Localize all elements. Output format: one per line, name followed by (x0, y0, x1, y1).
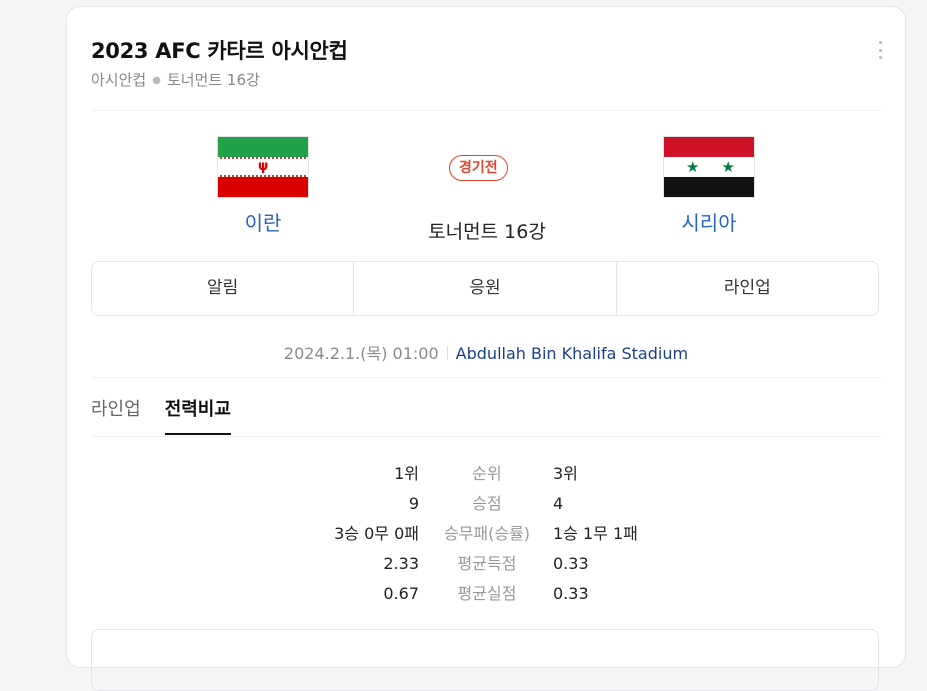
match-datetime: 2024.2.1.(목) 01:00 (283, 344, 439, 363)
comparison-row: 2.33 평균득점 0.33 (67, 549, 905, 579)
stat-label: 평균득점 (457, 554, 517, 573)
home-team-name[interactable]: 이란 (193, 207, 333, 236)
section-tabs: 라인업 전력비교 (91, 395, 255, 435)
meta-separator (446, 346, 448, 360)
alert-button[interactable]: 알림 (92, 262, 353, 315)
tab-comparison[interactable]: 전력비교 (164, 395, 232, 435)
stat-label: 승점 (472, 494, 502, 513)
match-stage: 토너먼트 16강 (428, 221, 546, 243)
away-value: 1승 1무 1패 (553, 524, 638, 543)
stat-label: 평균실점 (457, 584, 517, 603)
league-label: 아시안컵 (91, 71, 147, 89)
comparison-row: 1위 순위 3위 (67, 459, 905, 489)
divider (91, 377, 881, 378)
away-value: 4 (553, 494, 564, 513)
iran-flag-icon: ψ (218, 137, 308, 197)
away-value: 3위 (553, 464, 578, 483)
next-section-box (91, 629, 879, 691)
stat-label: 순위 (472, 464, 502, 483)
away-value: 0.33 (553, 584, 589, 603)
away-team[interactable]: ★★ 시리아 (639, 137, 779, 236)
separator-dot: ● (152, 75, 161, 86)
comparison-row: 3승 0무 0패 승무패(승률) 1승 1무 1패 (67, 519, 905, 549)
comparison-row: 9 승점 4 (67, 489, 905, 519)
home-team[interactable]: ψ 이란 (193, 137, 333, 236)
away-value: 0.33 (553, 554, 589, 573)
tab-lineup[interactable]: 라인업 (91, 395, 141, 435)
lineup-button[interactable]: 라인업 (615, 262, 878, 315)
cheer-button[interactable]: 응원 (353, 262, 615, 315)
comparison-table: 1위 순위 3위 9 승점 4 3승 0무 0패 승무패(승률) 1승 1무 1… (67, 459, 905, 609)
venue-link[interactable]: Abdullah Bin Khalifa Stadium (456, 344, 688, 363)
card-title: 2023 AFC 카타르 아시안컵 (91, 39, 348, 63)
card-subtitle: 아시안컵 ● 토너먼트 16강 (91, 69, 260, 90)
syria-flag-icon: ★★ (664, 137, 754, 197)
more-options-icon[interactable] (879, 41, 883, 59)
match-status-badge: 경기전 (449, 155, 508, 181)
round-label: 토너먼트 16강 (166, 71, 260, 89)
action-buttons: 알림 응원 라인업 (91, 261, 879, 316)
stat-label: 승무패(승률) (443, 524, 531, 543)
comparison-row: 0.67 평균실점 0.33 (67, 579, 905, 609)
divider (91, 110, 881, 111)
match-card: 2023 AFC 카타르 아시안컵 아시안컵 ● 토너먼트 16강 ψ 이란 경기전… (66, 6, 906, 691)
match-meta: 2024.2.1.(목) 01:00 Abdullah Bin Khalifa S… (67, 340, 905, 364)
away-team-name[interactable]: 시리아 (639, 207, 779, 236)
divider (91, 436, 881, 437)
